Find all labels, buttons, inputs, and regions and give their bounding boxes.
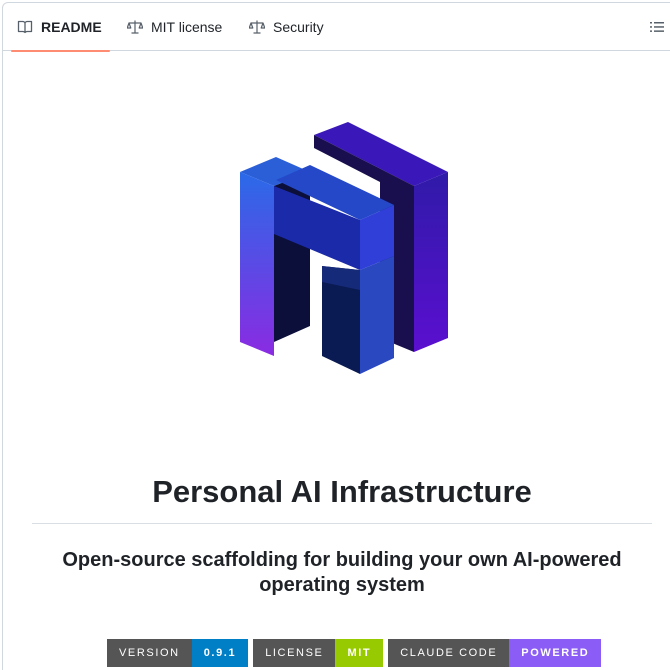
pai-cube-logo <box>240 122 448 374</box>
tab-license-label: MIT license <box>151 19 223 35</box>
claude-code-badge[interactable]: CLAUDE CODE POWERED <box>388 639 602 667</box>
readme-title: Personal AI Infrastructure <box>152 474 532 509</box>
tab-readme-label: README <box>41 19 102 35</box>
license-badge-label: LICENSE <box>253 639 336 667</box>
license-badge-value: MIT <box>335 639 384 667</box>
book-icon <box>17 20 33 34</box>
badge-row: VERSION 0.9.1 LICENSE MIT CLAUDE CODE PO… <box>107 639 606 667</box>
title-divider <box>32 523 652 524</box>
tab-security[interactable]: Security <box>249 3 324 51</box>
scale-icon <box>249 20 265 34</box>
license-badge[interactable]: LICENSE MIT <box>253 639 384 667</box>
tab-readme[interactable]: README <box>11 3 110 52</box>
list-icon[interactable] <box>649 19 665 35</box>
tab-mit-license[interactable]: MIT license <box>127 3 222 51</box>
claude-code-badge-label: CLAUDE CODE <box>388 639 510 667</box>
version-badge[interactable]: VERSION 0.9.1 <box>107 639 249 667</box>
version-badge-label: VERSION <box>107 639 192 667</box>
version-badge-value: 0.9.1 <box>191 639 249 667</box>
claude-code-badge-value: POWERED <box>509 639 602 667</box>
readme-subtitle: Open-source scaffolding for building you… <box>62 549 622 596</box>
readme-tabbar: README MIT license Security <box>3 3 670 52</box>
scale-icon <box>127 20 143 34</box>
tab-security-label: Security <box>273 19 324 35</box>
